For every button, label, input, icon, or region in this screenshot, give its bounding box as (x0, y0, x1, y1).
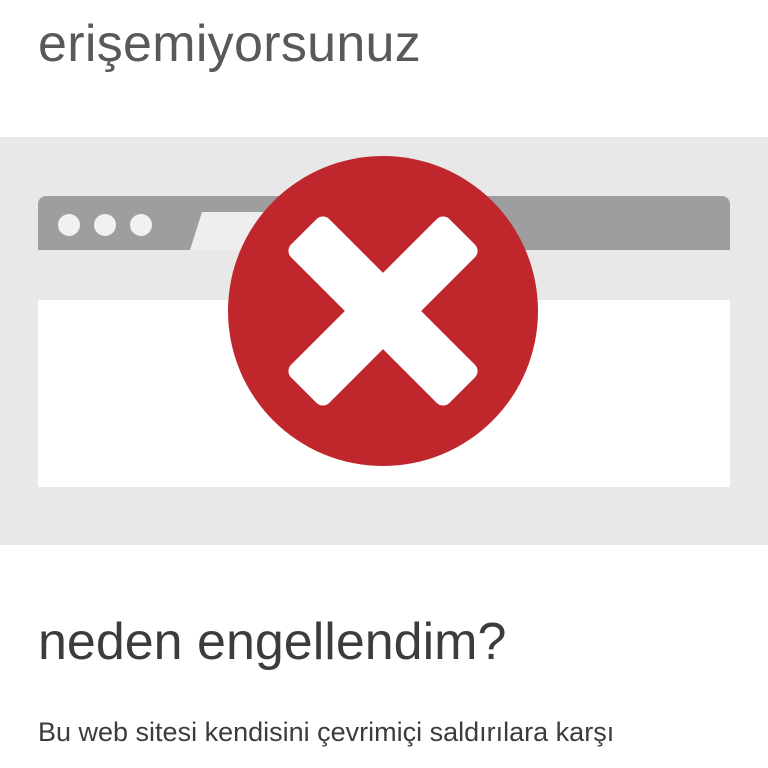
window-dot-icon (130, 214, 152, 236)
body-line: Bu web sitesi kendisini çevrimiçi saldır… (38, 717, 615, 747)
error-x-circle-icon (228, 156, 538, 466)
section-body-text: Bu web sitesi kendisini çevrimiçi saldır… (38, 712, 738, 752)
section-heading: neden engellendim? (38, 613, 507, 671)
page-title: erişemiyorsunuz (38, 15, 422, 73)
window-dot-icon (58, 214, 80, 236)
window-dot-icon (94, 214, 116, 236)
